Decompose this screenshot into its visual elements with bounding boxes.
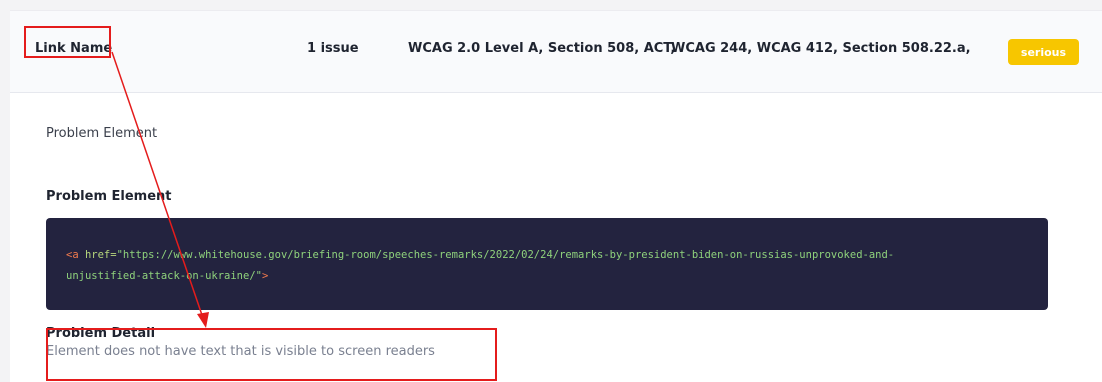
annotation-arrow	[111, 51, 209, 328]
annotation-arrow-line	[111, 51, 204, 319]
annotation-arrow-head	[197, 312, 209, 328]
